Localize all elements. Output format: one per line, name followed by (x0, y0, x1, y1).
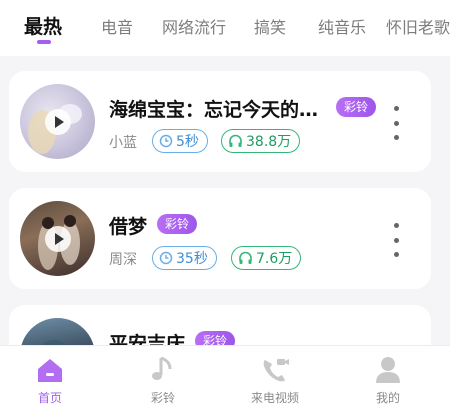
play-icon[interactable] (44, 225, 71, 252)
song-artist: 周深 (109, 252, 137, 268)
clock-icon (159, 134, 173, 148)
duration-text: 5秒 (176, 134, 199, 150)
song-cover[interactable] (20, 84, 95, 159)
listen-count-pill: 38.8万 (221, 129, 301, 153)
clock-icon (159, 251, 173, 265)
duration-pill: 35秒 (152, 246, 217, 270)
home-icon (35, 354, 65, 386)
duration-text: 35秒 (176, 251, 208, 267)
song-card[interactable]: 海绵宝宝：忘记今天的… 彩铃 小蓝 5秒 38.8万 (9, 71, 431, 172)
category-tabs: 最热 电音 网络流行 搞笑 纯音乐 怀旧老歌 (0, 0, 450, 56)
more-options-icon[interactable] (391, 106, 401, 140)
ringtone-badge: 彩铃 (336, 97, 377, 117)
duration-pill: 5秒 (152, 129, 208, 153)
nav-ringtone[interactable]: 彩铃 (118, 346, 208, 411)
tab-funny[interactable]: 搞笑 (254, 14, 286, 38)
song-card[interactable]: 借梦 彩铃 周深 35秒 7.6万 (9, 188, 431, 289)
more-options-icon[interactable] (391, 223, 401, 257)
nav-call-video[interactable]: 来电视频 (230, 346, 320, 411)
play-icon[interactable] (44, 108, 71, 135)
nav-home[interactable]: 首页 (5, 346, 95, 411)
headphones-icon (229, 134, 242, 147)
user-icon (374, 354, 402, 386)
nav-home-label: 首页 (37, 391, 62, 405)
tab-electronic[interactable]: 电音 (101, 14, 133, 38)
nav-call-video-label: 来电视频 (250, 391, 299, 405)
tab-pure-music[interactable]: 纯音乐 (318, 14, 366, 38)
song-artist: 小蓝 (109, 135, 137, 151)
nav-mine-label: 我的 (375, 391, 400, 405)
bottom-nav: 首页 彩铃 来电视频 我的 (0, 345, 450, 411)
nav-ringtone-label: 彩铃 (150, 391, 175, 405)
nav-mine[interactable]: 我的 (343, 346, 433, 411)
tab-nostalgic[interactable]: 怀旧老歌 (386, 14, 450, 38)
active-tab-indicator (37, 40, 51, 44)
song-title: 借梦 (109, 216, 148, 238)
tab-internet-pop[interactable]: 网络流行 (162, 14, 226, 38)
music-note-icon (150, 354, 176, 386)
tab-hot[interactable]: 最热 (24, 12, 62, 39)
song-title: 海绵宝宝：忘记今天的… (109, 99, 319, 121)
ringtone-badge: 彩铃 (157, 214, 198, 234)
listen-count-pill: 7.6万 (231, 246, 302, 270)
song-cover[interactable] (20, 201, 95, 276)
listen-count-text: 38.8万 (246, 134, 292, 150)
listen-count-text: 7.6万 (256, 251, 293, 267)
headphones-icon (239, 251, 252, 264)
phone-video-icon (260, 354, 290, 386)
